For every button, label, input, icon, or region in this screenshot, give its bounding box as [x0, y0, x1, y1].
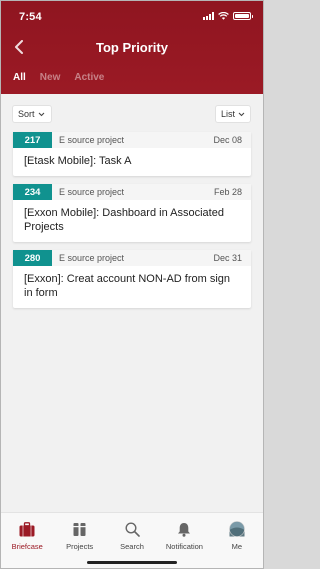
- wifi-icon: [218, 12, 229, 20]
- nav-projects-label: Projects: [66, 542, 94, 551]
- status-icons: [203, 12, 253, 20]
- task-title: [Exxon]: Creat account NON-AD from sign …: [24, 273, 231, 299]
- tab-active[interactable]: Active: [74, 72, 104, 83]
- nav-projects[interactable]: Projects: [53, 513, 105, 568]
- task-id-badge: 280: [13, 250, 52, 266]
- task-card[interactable]: 234 E source project Feb 28 [Exxon Mobil…: [13, 184, 251, 242]
- search-icon: [123, 520, 141, 538]
- tab-bar: All New Active: [13, 72, 104, 83]
- task-card-header: 234 E source project Feb 28: [13, 184, 251, 200]
- nav-me-label: Me: [231, 542, 243, 551]
- task-id-badge: 217: [13, 132, 52, 148]
- task-project: E source project: [59, 253, 125, 263]
- briefcase-icon: [18, 520, 36, 538]
- home-indicator: [87, 561, 177, 564]
- page-title: Top Priority: [96, 40, 168, 55]
- header: 7:54 Top Priority All New Active: [1, 1, 263, 94]
- tab-all[interactable]: All: [13, 72, 26, 83]
- task-list: 217 E source project Dec 08 [Etask Mobil…: [13, 132, 251, 316]
- nav-notification[interactable]: Notification: [158, 513, 210, 568]
- nav-notification-label: Notification: [165, 542, 203, 551]
- avatar-icon: [228, 520, 246, 538]
- phone-screen: 7:54 Top Priority All New Active Sort Li…: [0, 0, 264, 569]
- task-title: [Exxon Mobile]: Dashboard in Associated …: [24, 207, 224, 233]
- task-project: E source project: [59, 187, 125, 197]
- nav-briefcase[interactable]: Briefcase: [1, 513, 53, 568]
- view-mode-label: List: [221, 109, 236, 119]
- nav-me[interactable]: Me: [211, 513, 263, 568]
- task-card-header: 217 E source project Dec 08: [13, 132, 251, 148]
- status-time: 7:54: [19, 11, 42, 23]
- status-bar: 7:54: [1, 1, 263, 27]
- sort-label: Sort: [18, 109, 35, 119]
- sort-button[interactable]: Sort: [12, 105, 52, 123]
- task-card-header: 280 E source project Dec 31: [13, 250, 251, 266]
- battery-icon: [233, 12, 253, 20]
- view-mode-button[interactable]: List: [215, 105, 251, 123]
- projects-icon: [71, 520, 89, 538]
- task-title: [Etask Mobile]: Task A: [24, 155, 132, 167]
- tab-new[interactable]: New: [40, 72, 61, 83]
- task-date: Feb 28: [213, 187, 242, 197]
- bottom-nav: Briefcase Projects Search Notification M…: [1, 512, 263, 568]
- signal-icon: [203, 12, 214, 20]
- bell-icon: [175, 520, 193, 538]
- task-project: E source project: [59, 135, 125, 145]
- task-date: Dec 31: [213, 253, 242, 263]
- task-date: Dec 08: [213, 135, 242, 145]
- nav-search-label: Search: [120, 542, 144, 551]
- task-card[interactable]: 280 E source project Dec 31 [Exxon]: Cre…: [13, 250, 251, 308]
- task-card[interactable]: 217 E source project Dec 08 [Etask Mobil…: [13, 132, 251, 176]
- task-id-badge: 234: [13, 184, 52, 200]
- chevron-down-icon: [238, 112, 245, 116]
- nav-briefcase-label: Briefcase: [11, 542, 43, 551]
- nav-search[interactable]: Search: [106, 513, 158, 568]
- chevron-down-icon: [38, 112, 44, 116]
